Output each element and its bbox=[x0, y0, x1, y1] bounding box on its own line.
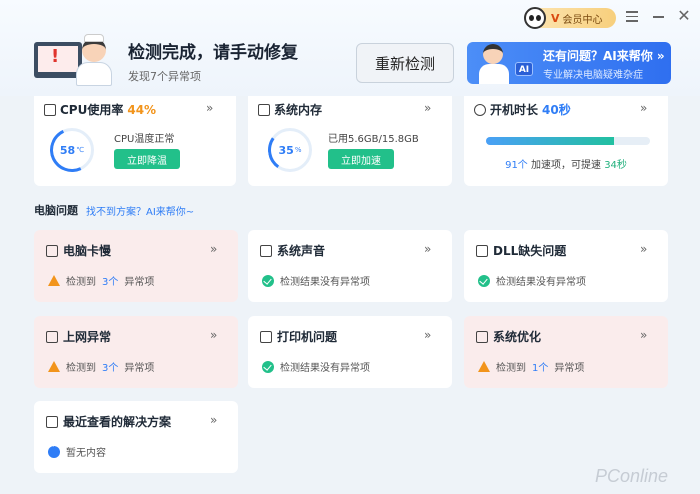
section-title: 电脑问题 bbox=[34, 204, 78, 217]
ai-badge: AI bbox=[515, 62, 533, 76]
issue-status-prefix: 检测到 bbox=[66, 277, 96, 288]
cpu-temp-unit: ℃ bbox=[76, 146, 85, 154]
warning-icon bbox=[478, 361, 490, 372]
optimize-icon bbox=[476, 330, 488, 343]
issue-card[interactable]: 上网异常 » 检测到 3个 异常项 bbox=[34, 316, 238, 388]
speaker-icon bbox=[260, 244, 272, 257]
issue-status-prefix: 检测到 bbox=[66, 363, 96, 374]
issue-status-text: 检测结果没有异常项 bbox=[280, 277, 370, 288]
boot-time-value: 40秒 bbox=[542, 103, 571, 117]
memory-title: 系统内存 bbox=[274, 103, 323, 117]
cpu-usage-value: 44% bbox=[127, 102, 157, 117]
cpu-title: CPU使用率 bbox=[60, 103, 124, 117]
boot-time-title: 开机时长 bbox=[490, 103, 539, 117]
warning-icon bbox=[48, 361, 60, 372]
page-title: 检测完成，请手动修复 bbox=[128, 43, 298, 63]
cool-down-button[interactable]: 立即降温 bbox=[114, 149, 180, 169]
check-icon bbox=[262, 274, 274, 287]
issue-title: 电脑卡慢 bbox=[63, 244, 112, 258]
recent-empty-text: 暂无内容 bbox=[66, 448, 106, 459]
issue-status-suffix: 异常项 bbox=[124, 363, 155, 374]
boost-item-desc: 加速项，可提速 bbox=[531, 160, 601, 171]
issue-status-prefix: 检测到 bbox=[496, 363, 526, 374]
panda-avatar-icon bbox=[524, 7, 546, 29]
vip-mark: V bbox=[551, 11, 560, 25]
chevron-right-icon[interactable]: » bbox=[424, 328, 431, 342]
cpu-temp-desc: CPU温度正常 bbox=[114, 134, 175, 145]
check-icon bbox=[478, 274, 490, 287]
check-icon bbox=[262, 360, 274, 373]
memory-value: 35 bbox=[278, 143, 294, 157]
recent-title: 最近查看的解决方案 bbox=[63, 415, 172, 429]
ai-banner-subtitle: 专业解决电脑疑难杂症 bbox=[543, 70, 643, 81]
recent-solutions-card[interactable]: 最近查看的解决方案 » 暂无内容 bbox=[34, 401, 238, 473]
issue-status-text: 检测结果没有异常项 bbox=[280, 363, 370, 374]
chevron-right-icon[interactable]: » bbox=[424, 101, 431, 115]
menu-icon[interactable] bbox=[624, 8, 640, 24]
watermark: PConline bbox=[595, 466, 669, 486]
speed-up-button[interactable]: 立即加速 bbox=[328, 149, 394, 169]
page-subtitle: 发现7个异常项 bbox=[128, 70, 201, 83]
chevron-right-icon[interactable]: » bbox=[210, 413, 217, 427]
cpu-temp-value: 58 bbox=[59, 143, 76, 157]
monitor-icon bbox=[46, 244, 58, 257]
issue-card[interactable]: DLL缺失问题 » 检测结果没有异常项 bbox=[464, 230, 668, 302]
ai-help-link[interactable]: 找不到方案？AI来帮你~ bbox=[86, 203, 194, 218]
ai-help-banner[interactable]: AI 还有问题？AI来帮你 » 专业解决电脑疑难杂症 bbox=[467, 42, 671, 84]
memory-used-desc: 已用5.6GB/15.8GB bbox=[328, 134, 419, 145]
boost-save-time: 34秒 bbox=[604, 160, 627, 171]
file-icon bbox=[476, 244, 488, 257]
issue-count: 3个 bbox=[102, 277, 119, 288]
issue-title: 上网异常 bbox=[63, 330, 112, 344]
issue-count: 3个 bbox=[102, 363, 119, 374]
memory-card[interactable]: 系统内存 » 35% 已用5.6GB/15.8GB 立即加速 bbox=[248, 96, 452, 186]
doctor-monitor-illustration: ! bbox=[34, 34, 114, 86]
issue-title: 系统优化 bbox=[493, 330, 542, 344]
memory-unit: % bbox=[294, 146, 302, 154]
cpu-card[interactable]: CPU使用率 44% » 58 ℃ CPU温度正常 立即降温 bbox=[34, 96, 236, 186]
issue-title: 打印机问题 bbox=[277, 330, 338, 344]
chevron-right-icon[interactable]: » bbox=[210, 242, 217, 256]
chevron-right-icon[interactable]: » bbox=[640, 101, 647, 115]
issue-title: DLL缺失问题 bbox=[493, 244, 567, 258]
chevron-right-icon[interactable]: » bbox=[424, 242, 431, 256]
memory-icon bbox=[258, 103, 270, 116]
vip-center-button[interactable]: V 会员中心 bbox=[524, 7, 616, 29]
close-icon[interactable]: ✕ bbox=[676, 8, 692, 24]
issue-status-suffix: 异常项 bbox=[554, 363, 585, 374]
issue-title: 系统声音 bbox=[277, 244, 326, 258]
minimize-icon[interactable] bbox=[650, 8, 666, 24]
power-icon bbox=[474, 103, 486, 116]
wifi-icon bbox=[46, 330, 58, 343]
boot-progress-bar bbox=[486, 137, 650, 145]
issue-count: 1个 bbox=[532, 363, 549, 374]
info-icon bbox=[48, 442, 60, 458]
memory-ring: 35% bbox=[264, 124, 316, 176]
header: V 会员中心 ✕ ! 检测完成，请手动修复 发现7个异常项 重新检测 AI 还有… bbox=[0, 0, 700, 96]
boost-item-count: 91个 bbox=[505, 160, 528, 171]
ai-banner-title: 还有问题？AI来帮你 » bbox=[543, 49, 665, 63]
printer-icon bbox=[260, 330, 272, 343]
chevron-right-icon[interactable]: » bbox=[206, 101, 213, 115]
warning-icon bbox=[48, 275, 60, 286]
cpu-temp-ring: 58 ℃ bbox=[43, 121, 101, 179]
ai-doctor-icon bbox=[479, 42, 509, 84]
cpu-icon bbox=[44, 103, 56, 116]
chevron-right-icon[interactable]: » bbox=[640, 328, 647, 342]
boot-time-card[interactable]: 开机时长 40秒 » 91个 加速项，可提速 34秒 bbox=[464, 96, 668, 186]
issue-status-suffix: 异常项 bbox=[124, 277, 155, 288]
issue-card[interactable]: 电脑卡慢 » 检测到 3个 异常项 bbox=[34, 230, 238, 302]
issue-card[interactable]: 系统声音 » 检测结果没有异常项 bbox=[248, 230, 452, 302]
issue-status-text: 检测结果没有异常项 bbox=[496, 277, 586, 288]
vip-label: 会员中心 bbox=[562, 14, 603, 26]
rescan-button[interactable]: 重新检测 bbox=[356, 43, 454, 83]
issue-card[interactable]: 打印机问题 » 检测结果没有异常项 bbox=[248, 316, 452, 388]
issue-card[interactable]: 系统优化 » 检测到 1个 异常项 bbox=[464, 316, 668, 388]
document-icon bbox=[46, 415, 58, 428]
chevron-right-icon[interactable]: » bbox=[640, 242, 647, 256]
chevron-right-icon[interactable]: » bbox=[210, 328, 217, 342]
